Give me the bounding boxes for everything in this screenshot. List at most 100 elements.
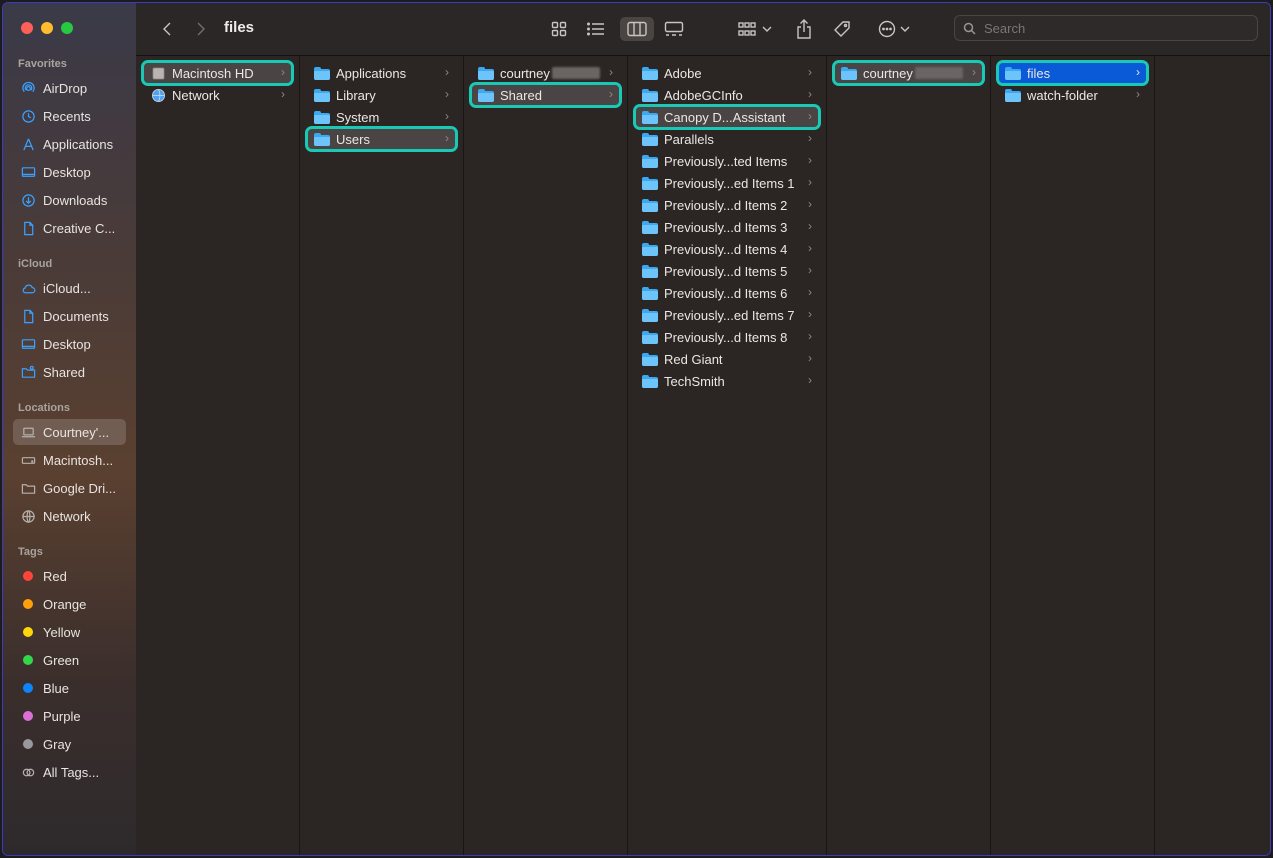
sidebar-item-airdrop[interactable]: AirDrop (13, 75, 126, 101)
back-button[interactable] (156, 17, 178, 41)
sidebar-tag-green[interactable]: Green (13, 647, 126, 673)
chevron-right-icon: › (281, 65, 285, 79)
tag-color-dot (23, 711, 33, 721)
list-item-watch-folder[interactable]: watch-folder › (999, 85, 1146, 105)
sidebar-tag-blue[interactable]: Blue (13, 675, 126, 701)
gallery-view-button[interactable] (659, 17, 689, 41)
sidebar-tag-orange[interactable]: Orange (13, 591, 126, 617)
list-item[interactable]: Previously...d Items 3 › (636, 217, 818, 237)
close-button[interactable] (21, 22, 33, 34)
chevron-right-icon: › (808, 109, 812, 123)
sidebar-item-desktop[interactable]: Desktop (13, 159, 126, 185)
chevron-right-icon: › (445, 65, 449, 79)
column-view-button[interactable] (620, 17, 654, 41)
list-item-label: System (336, 109, 380, 125)
sidebar-item-creative-cloud[interactable]: Creative C... (13, 215, 126, 241)
sidebar-item-label: Creative C... (43, 220, 116, 236)
sidebar-item-shared[interactable]: Shared (13, 359, 126, 385)
folder-icon (642, 88, 658, 102)
chevron-left-icon (163, 22, 171, 36)
sidebar-item-applications[interactable]: Applications (13, 131, 126, 157)
sidebar-item-label: iCloud... (43, 280, 91, 296)
tag-button[interactable] (829, 17, 855, 41)
forward-button[interactable] (190, 17, 212, 41)
list-item[interactable]: Parallels › (636, 129, 818, 149)
sidebar-item-macintosh-hd[interactable]: Macintosh... (13, 447, 126, 473)
list-item-label: courtney (863, 65, 913, 81)
list-item[interactable]: Previously...ted Items › (636, 151, 818, 171)
list-item[interactable]: Previously...ed Items 1 › (636, 173, 818, 193)
list-item-canopy-assistant[interactable]: Canopy D...Assistant › (633, 104, 821, 130)
list-item-network[interactable]: Network › (144, 85, 291, 105)
folder-icon (314, 110, 330, 124)
sidebar-item-courtneys-computer[interactable]: Courtney'... (13, 419, 126, 445)
sidebar-tag-red[interactable]: Red (13, 563, 126, 589)
zoom-button[interactable] (61, 22, 73, 34)
gallery-icon (664, 21, 684, 36)
sidebar-tag-yellow[interactable]: Yellow (13, 619, 126, 645)
list-item[interactable]: Previously...d Items 8 › (636, 327, 818, 347)
list-item[interactable]: TechSmith › (636, 371, 818, 391)
sidebar-item-downloads[interactable]: Downloads (13, 187, 126, 213)
list-item[interactable]: Previously...d Items 5 › (636, 261, 818, 281)
list-item[interactable]: Previously...d Items 6 › (636, 283, 818, 303)
chevron-right-icon: › (1136, 65, 1140, 79)
share-button[interactable] (791, 17, 817, 41)
search-field[interactable] (954, 15, 1258, 41)
desktop-icon (20, 164, 36, 180)
list-item-courtney-home[interactable]: courtney › (472, 63, 619, 83)
list-item[interactable]: AdobeGCInfo › (636, 85, 818, 105)
sidebar-item-all-tags[interactable]: All Tags... (13, 759, 126, 785)
tag-color-dot (23, 683, 33, 693)
list-view-button[interactable] (581, 17, 611, 41)
chevron-right-icon: › (1136, 87, 1140, 101)
list-item[interactable]: Previously...d Items 4 › (636, 239, 818, 259)
icon-view-button[interactable] (544, 17, 574, 41)
sidebar-item-label: Downloads (43, 192, 108, 208)
list-item[interactable]: Adobe › (636, 63, 818, 83)
list-item-library[interactable]: Library › (308, 85, 455, 105)
document-icon (20, 308, 36, 324)
chevron-right-icon: › (808, 87, 812, 101)
group-grid-icon (738, 22, 756, 36)
list-item-applications[interactable]: Applications › (308, 63, 455, 83)
sidebar-item-label: Recents (43, 108, 91, 124)
sidebar-item-documents[interactable]: Documents (13, 303, 126, 329)
sidebar-item-label: Desktop (43, 164, 91, 180)
sidebar-section-locations: Locations (18, 402, 70, 414)
group-by-button[interactable] (734, 17, 776, 41)
list-item-macintosh-hd[interactable]: Macintosh HD › (141, 60, 294, 86)
chevron-right-icon: › (808, 219, 812, 233)
list-item-label: Macintosh HD (172, 65, 254, 81)
sidebar-item-icloud-desktop[interactable]: Desktop (13, 331, 126, 357)
globe-icon (150, 87, 166, 103)
sidebar-item-network[interactable]: Network (13, 503, 126, 529)
search-input[interactable] (982, 19, 1236, 37)
sidebar-item-icloud-drive[interactable]: iCloud... (13, 275, 126, 301)
toolbar: files (136, 3, 1270, 56)
browser-column-2: Applications › Library › System › Users › (300, 56, 464, 855)
list-item-courtney-folder[interactable]: courtney › (832, 60, 985, 86)
minimize-button[interactable] (41, 22, 53, 34)
chevron-right-icon: › (808, 65, 812, 79)
sidebar-tag-gray[interactable]: Gray (13, 731, 126, 757)
list-item[interactable]: Previously...ed Items 7 › (636, 305, 818, 325)
more-actions-button[interactable] (874, 17, 914, 41)
list-item[interactable]: Previously...d Items 2 › (636, 195, 818, 215)
list-item[interactable]: Red Giant › (636, 349, 818, 369)
chevron-right-icon (197, 22, 205, 36)
list-item-system[interactable]: System › (308, 107, 455, 127)
tag-color-dot (23, 571, 33, 581)
list-item-files[interactable]: files › (996, 60, 1149, 86)
list-item-label: Previously...d Items 5 (664, 263, 788, 279)
share-icon (797, 19, 811, 39)
list-item-shared[interactable]: Shared › (469, 82, 622, 108)
tag-color-dot (23, 599, 33, 609)
chevron-right-icon: › (808, 241, 812, 255)
folder-icon (642, 198, 658, 212)
folder-icon (478, 88, 494, 102)
sidebar-item-recents[interactable]: Recents (13, 103, 126, 129)
list-item-users[interactable]: Users › (305, 126, 458, 152)
sidebar-item-google-drive[interactable]: Google Dri... (13, 475, 126, 501)
sidebar-tag-purple[interactable]: Purple (13, 703, 126, 729)
